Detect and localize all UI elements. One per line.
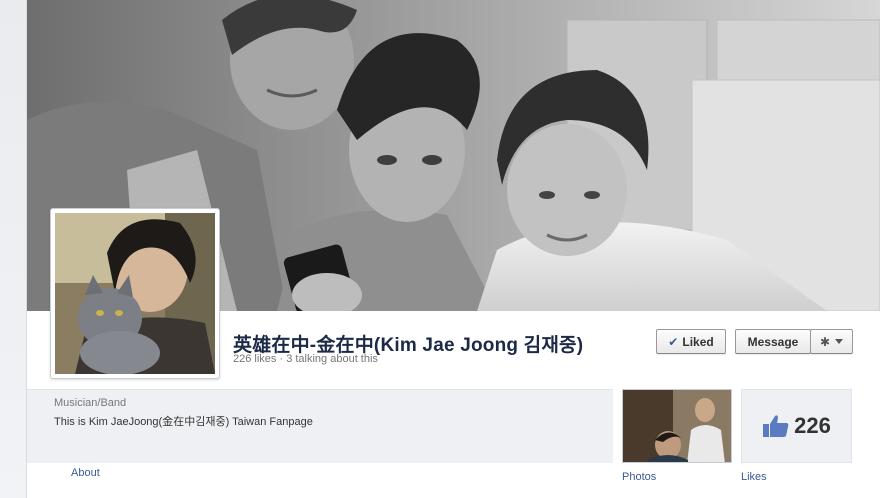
page-category: Musician/Band [54, 397, 127, 409]
profile-picture[interactable] [50, 208, 220, 379]
page-timeline: 英雄在中-金在中(Kim Jae Joong 김재중) 226 likes · … [27, 0, 880, 498]
message-button[interactable]: Message [735, 329, 811, 354]
page-description: This is Kim JaeJoong(金在中김재중) Taiwan Fanp… [54, 416, 313, 428]
likes-link[interactable]: Likes [741, 471, 767, 483]
about-summary-box: Musician/Band This is Kim JaeJoong(金在中김재… [27, 389, 613, 463]
page-stats: 226 likes · 3 talking about this [233, 353, 378, 365]
liked-button-label: Liked [682, 334, 714, 349]
likes-tile[interactable]: 226 [741, 389, 852, 463]
caret-down-icon [835, 339, 844, 344]
checkmark-icon: ✔ [668, 334, 679, 349]
liked-button[interactable]: ✔ Liked [656, 329, 726, 354]
gear-icon: ✱ [819, 334, 831, 349]
about-link[interactable]: About [71, 467, 100, 479]
photos-thumbnail[interactable] [622, 389, 732, 463]
settings-dropdown-button[interactable]: ✱ [810, 329, 853, 354]
message-button-label: Message [747, 334, 799, 349]
likes-count: 226 [794, 413, 831, 438]
photos-link[interactable]: Photos [622, 471, 656, 483]
left-page-gutter [0, 0, 27, 498]
thumbs-up-icon [763, 415, 789, 437]
